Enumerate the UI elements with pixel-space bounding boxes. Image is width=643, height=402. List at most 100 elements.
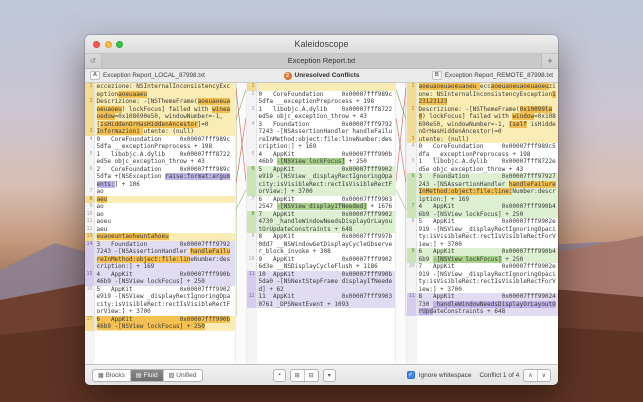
line-number: 15 [85, 271, 95, 286]
line-text: 3 Foundation 0x00007fff97927243 -[NSAsse… [417, 173, 558, 203]
file-b-name: Exception Report_REMOTE_87998.txt [445, 72, 553, 79]
code-line[interactable]: 1110 AppKit 0x00007fff990b5da0 -[NSNextS… [247, 271, 395, 294]
traffic-lights [93, 41, 123, 48]
code-line[interactable]: 1eccezione: NSInternalInconsistencyExcep… [85, 83, 235, 98]
code-line[interactable]: 1211 AppKit 0x00007fff99030761 _DPSNextE… [247, 293, 395, 308]
code-line[interactable]: 13euaoeuntaoheuntahoeu [85, 233, 235, 241]
line-text: Descrizione: -[NSThemeFrame(0x10099la0) … [417, 106, 558, 136]
code-line: 10ao [85, 211, 235, 219]
code-line: 165 AppKit 0x00007fff9902e919 -[NSView _… [85, 286, 235, 316]
line-text: 5 AppKit 0x00007fff9902e919 -[NSView _di… [95, 286, 235, 316]
zoom-out-button[interactable]: ⊟ [305, 370, 318, 381]
unified-icon: ▨ [169, 372, 175, 379]
code-line[interactable]: 96 AppKit 0x00007fff990b46b9 -[NSView lo… [407, 248, 558, 263]
line-number: 6 [85, 166, 95, 189]
code-line[interactable]: 63 Foundation 0x00007fff97927243 -[NSAss… [407, 173, 558, 203]
code-line[interactable]: 1 [247, 83, 395, 91]
line-text: aoeu [95, 218, 235, 226]
line-text: 6 AppKit 0x00007fff990b46b9 -[NSView loc… [95, 316, 235, 331]
code-line[interactable]: 3utente: (null) [407, 136, 558, 144]
code-line: 62 CoreFoundation 0x00007fff989c5dfa +[N… [85, 166, 235, 189]
display-controls: ▪ ⊞ ⊟ ▾ [273, 369, 335, 382]
line-text: 5 AppKit 0x00007fff9902e919 -[NSView _di… [257, 166, 395, 196]
file-a-name: Exception Report_LOCAL_87998.txt [103, 72, 205, 79]
minimize-button[interactable] [105, 41, 112, 48]
blocks-icon: ▦ [98, 372, 104, 379]
window-title: Kaleidoscope [294, 39, 348, 49]
file-a-section: A Exception Report_LOCAL_87998.txt [90, 71, 284, 80]
line-number: 14 [85, 241, 95, 271]
line-text: aeu [95, 226, 235, 234]
fluid-label: Fluid [144, 372, 158, 379]
code-line: 51 libobjc.A.dylib 0x00007fff8722ed5e ob… [85, 151, 235, 166]
code-line: 43 Foundation 0x00007fff97927243 -[NSAss… [247, 121, 395, 151]
unresolved-conflicts-indicator[interactable]: 2 Unresolved Conflicts [284, 72, 360, 80]
line-text: 8 AppKit 0x00007fff997b0dd7 __NSWindowGe… [257, 233, 395, 256]
unified-label: Unified [176, 372, 196, 379]
window-titlebar[interactable]: Kaleidoscope [85, 35, 558, 54]
code-line[interactable]: 143 Foundation 0x00007fff97927243 -[NSAs… [85, 241, 235, 271]
line-number: 1 [247, 83, 257, 91]
view-options-dropdown[interactable]: ▾ [323, 369, 336, 382]
line-text: 7 AppKit 0x00007fff9902e919 -[NSView _di… [417, 263, 558, 293]
line-number: 7 [247, 196, 257, 211]
code-line[interactable]: 1aoeuaoeuaoeuaoeu eccaoeuaoeuaoeuaoeuzio… [407, 83, 558, 106]
code-line[interactable]: 2Descrizione: -[NSThemeFrame(aoeuaoeuaoe… [85, 98, 235, 128]
code-line[interactable]: 118 AppKit 0x00007fff99024730 _handleWin… [407, 293, 558, 316]
line-text: ao [95, 203, 235, 211]
line-number: 11 [407, 293, 417, 316]
line-text: 4 AppKit 0x00007fff990b46b9 -[NSView loc… [417, 203, 558, 218]
view-mode-unified[interactable]: ▨ Unified [164, 370, 202, 381]
line-number: 9 [85, 203, 95, 211]
code-line[interactable]: 8aeu [85, 196, 235, 204]
history-icon[interactable]: ↺ [85, 54, 101, 68]
code-line[interactable]: 154 AppKit 0x00007fff990b46b9 -[NSView l… [85, 271, 235, 286]
connector-lines-right [396, 83, 406, 317]
previous-conflict-button[interactable]: ∧ [524, 370, 537, 381]
line-number: 7 [407, 203, 417, 218]
line-text: 7 AppKit 0x00007fff99024730 _handleWindo… [257, 211, 395, 234]
line-text: 0 CoreFoundation 0x00007fff989c5dfa __ex… [95, 136, 235, 151]
line-text: 1 libobjc.A.dylib 0x00007fff8722ed5e obj… [95, 151, 235, 166]
code-line: 107 AppKit 0x00007fff9902e919 -[NSView _… [407, 263, 558, 293]
tab-exception-report[interactable]: Exception Report.txt [101, 54, 542, 68]
code-line[interactable]: 87 AppKit 0x00007fff99024730 _handleWind… [247, 211, 395, 234]
code-line[interactable]: 2Descrizione: -[NSThemeFrame(0x10099la0)… [407, 106, 558, 136]
zoom-in-button[interactable]: ⊞ [291, 370, 305, 381]
fullscreen-button[interactable] [116, 41, 123, 48]
line-text: eccezione: NSInternalInconsistencyExcept… [95, 83, 235, 98]
line-text: aoeuaoeuaoeuaoeu eccaoeuaoeuaoeuaoeuzion… [417, 83, 558, 106]
code-line[interactable]: 176 AppKit 0x00007fff990b46b9 -[NSView l… [85, 316, 235, 331]
close-button[interactable] [93, 41, 100, 48]
file-b-badge: B [432, 71, 442, 80]
connector-lines-left [236, 83, 246, 317]
line-number: 10 [407, 263, 417, 293]
code-line[interactable]: 65 AppKit 0x00007fff9902e919 -[NSView _d… [247, 166, 395, 196]
line-text: ao [95, 188, 235, 196]
line-number: 6 [407, 173, 417, 203]
next-conflict-button[interactable]: ∨ [538, 370, 550, 381]
line-number: 9 [247, 233, 257, 256]
file-b-section: B Exception Report_REMOTE_87998.txt [360, 71, 554, 80]
pane-remote[interactable]: 1aoeuaoeuaoeuaoeu eccaoeuaoeuaoeuaoeuzio… [407, 83, 558, 364]
line-number: 1 [407, 83, 417, 106]
line-text: 0 CoreFoundation 0x00007fff989c5dfa __ex… [417, 143, 558, 158]
add-tab-button[interactable]: + [542, 54, 558, 68]
line-number: 2 [247, 91, 257, 106]
pane-local[interactable]: 1eccezione: NSInternalInconsistencyExcep… [85, 83, 235, 364]
block-detail-button[interactable]: ▪ [273, 369, 285, 382]
pane-merged[interactable]: 1 20 CoreFoundation 0x00007fff989c5dfa _… [247, 83, 395, 364]
code-line: 76 AppKit 0x00007fff99032547 -[NSView di… [247, 196, 395, 211]
line-text: 6 AppKit 0x00007fff990b46b9 -[NSView loc… [417, 248, 558, 263]
line-text: 5 AppKit 0x00007fff9902e919 -[NSView _di… [417, 218, 558, 248]
line-text: utente: (null) [417, 136, 558, 144]
line-number: 2 [85, 98, 95, 128]
code-line[interactable]: 74 AppKit 0x00007fff990b46b9 -[NSView lo… [407, 203, 558, 218]
code-line[interactable]: 3Informazioni utente: (null) [85, 128, 235, 136]
view-mode-blocks[interactable]: ▦ Blocks [93, 370, 131, 381]
view-mode-fluid[interactable]: ▤ Fluid [131, 370, 164, 381]
ignore-whitespace-checkbox[interactable]: ✓ [407, 371, 415, 379]
line-number: 8 [407, 218, 417, 248]
line-number: 3 [85, 128, 95, 136]
line-number: 11 [247, 271, 257, 294]
